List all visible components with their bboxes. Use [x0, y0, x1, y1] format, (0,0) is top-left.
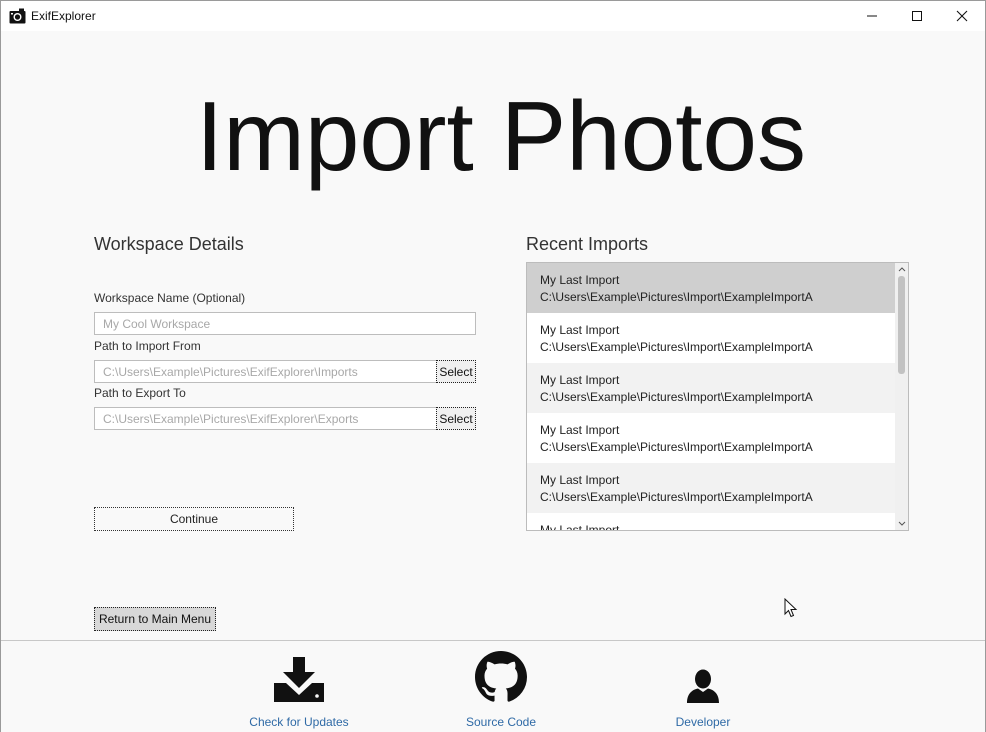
- app-window: ExifExplorer Import Photos Workspace Det…: [0, 0, 986, 732]
- recent-imports-heading: Recent Imports: [526, 234, 649, 254]
- list-item-path: C:\Users\Example\Pictures\Import\Example…: [540, 440, 813, 454]
- close-icon: [956, 10, 968, 22]
- developer-link[interactable]: Developer: [633, 651, 773, 729]
- maximize-icon: [912, 11, 922, 21]
- person-icon: [687, 669, 719, 703]
- list-item-path: C:\Users\Example\Pictures\Import\Example…: [540, 340, 813, 354]
- window-title: ExifExplorer: [31, 9, 96, 23]
- source-code-label: Source Code: [465, 715, 537, 729]
- mouse-cursor-icon: [784, 598, 798, 618]
- recent-imports-items: My Last Import C:\Users\Example\Pictures…: [527, 263, 895, 531]
- scroll-thumb[interactable]: [898, 276, 905, 374]
- workspace-details-heading: Workspace Details: [94, 234, 244, 254]
- list-item-path: C:\Users\Example\Pictures\Import\Example…: [540, 490, 813, 504]
- import-path-label: Path to Import From: [94, 339, 201, 353]
- minimize-button[interactable]: [849, 1, 895, 31]
- list-item[interactable]: My Last Import: [527, 513, 895, 531]
- list-item-name: My Last Import: [540, 423, 620, 437]
- list-item[interactable]: My Last Import C:\Users\Example\Pictures…: [527, 363, 895, 413]
- developer-label: Developer: [675, 715, 731, 729]
- recent-imports-list[interactable]: My Last Import C:\Users\Example\Pictures…: [526, 262, 909, 531]
- page-title: Import Photos: [195, 81, 807, 191]
- scroll-up-button[interactable]: [895, 263, 908, 275]
- check-for-updates-label: Check for Updates: [249, 715, 349, 729]
- workspace-name-input[interactable]: [94, 312, 476, 335]
- export-path-label: Path to Export To: [94, 386, 186, 400]
- list-item[interactable]: My Last Import C:\Users\Example\Pictures…: [527, 313, 895, 363]
- list-item-name: My Last Import: [540, 373, 620, 387]
- workspace-name-label: Workspace Name (Optional): [94, 291, 246, 305]
- import-path-input[interactable]: [94, 360, 437, 383]
- list-item-name: My Last Import: [540, 473, 620, 487]
- github-icon: [475, 651, 527, 702]
- list-item-path: C:\Users\Example\Pictures\Import\Example…: [540, 290, 813, 304]
- list-item[interactable]: My Last Import C:\Users\Example\Pictures…: [527, 463, 895, 513]
- scroll-down-button[interactable]: [895, 518, 908, 530]
- check-for-updates-link[interactable]: Check for Updates: [229, 651, 369, 729]
- chevron-down-icon: [898, 521, 906, 526]
- close-button[interactable]: [939, 1, 985, 31]
- chevron-up-icon: [898, 267, 906, 272]
- list-item-name: My Last Import: [540, 273, 620, 287]
- list-item-name: My Last Import: [540, 523, 620, 531]
- footer-bar: Check for Updates Source Code Developer: [1, 640, 985, 732]
- title-bar[interactable]: ExifExplorer: [1, 1, 985, 31]
- export-select-button[interactable]: Select: [436, 407, 476, 430]
- maximize-button[interactable]: [894, 1, 940, 31]
- list-item[interactable]: My Last Import C:\Users\Example\Pictures…: [527, 263, 895, 313]
- return-to-main-menu-button[interactable]: Return to Main Menu: [94, 607, 216, 631]
- continue-button[interactable]: Continue: [94, 507, 294, 531]
- download-icon: [274, 657, 324, 702]
- source-code-link[interactable]: Source Code: [431, 651, 571, 729]
- list-scrollbar[interactable]: [895, 263, 908, 530]
- export-path-input[interactable]: [94, 407, 437, 430]
- list-item[interactable]: My Last Import C:\Users\Example\Pictures…: [527, 413, 895, 463]
- minimize-icon: [867, 15, 877, 17]
- list-item-path: C:\Users\Example\Pictures\Import\Example…: [540, 390, 813, 404]
- camera-icon: [9, 8, 26, 24]
- import-select-button[interactable]: Select: [436, 360, 476, 383]
- list-item-name: My Last Import: [540, 323, 620, 337]
